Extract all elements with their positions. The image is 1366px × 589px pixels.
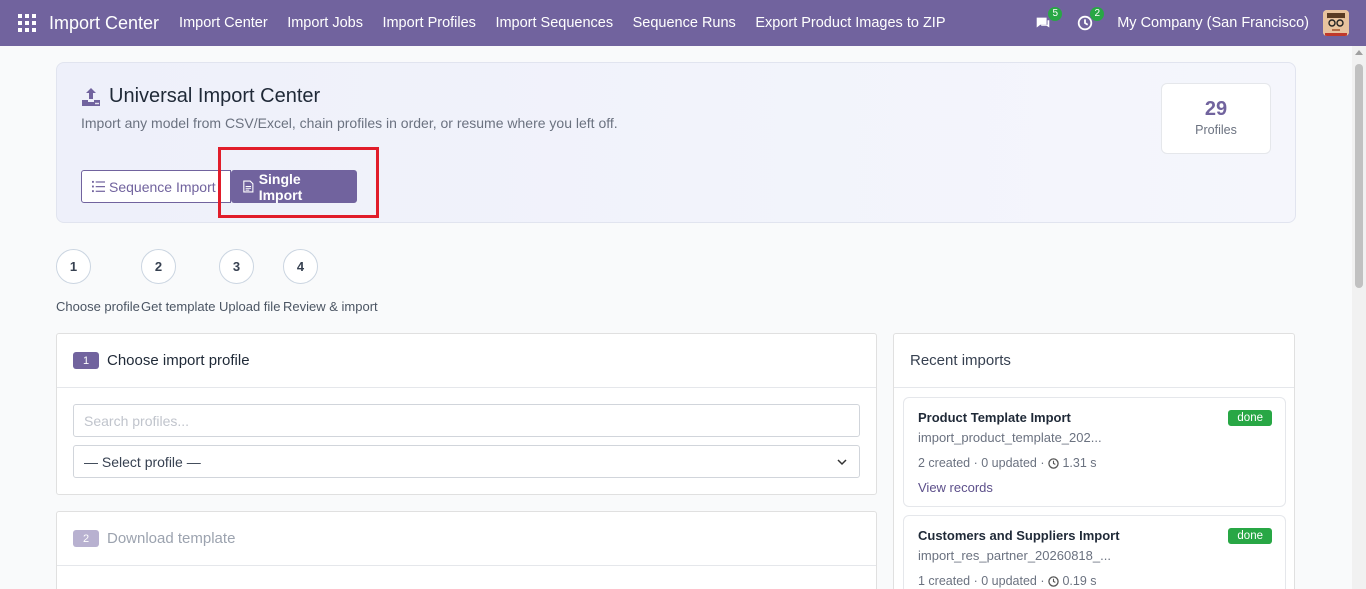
chevron-down-icon	[837, 459, 847, 466]
activities-clock-icon[interactable]: 2	[1075, 7, 1105, 33]
import-file: import_res_partner_20260818_...	[918, 548, 1111, 563]
step-2[interactable]: 2	[141, 249, 176, 284]
import-file: import_product_template_202...	[918, 430, 1102, 445]
step-1[interactable]: 1	[56, 249, 91, 284]
main-menu: Import Center Import Jobs Import Profile…	[179, 15, 965, 31]
list-icon	[92, 180, 105, 193]
status-badge: done	[1228, 528, 1272, 544]
profiles-label: Profiles	[1195, 123, 1237, 137]
top-navbar: Import Center Import Center Import Jobs …	[0, 0, 1366, 46]
import-name: Customers and Suppliers Import	[918, 528, 1120, 543]
menu-import-jobs[interactable]: Import Jobs	[287, 15, 363, 31]
select-profile-value: — Select profile —	[84, 453, 201, 470]
page-subtitle: Import any model from CSV/Excel, chain p…	[81, 115, 618, 131]
activities-count-badge: 2	[1090, 7, 1105, 21]
import-meta: 1 created · 0 updated · 0.19 s	[918, 574, 1097, 588]
clock-icon	[1048, 457, 1060, 469]
company-switcher[interactable]: My Company (San Francisco)	[1117, 15, 1309, 31]
recent-imports-panel: Recent imports Product Template Import i…	[893, 333, 1295, 589]
recent-imports-title: Recent imports	[910, 352, 1011, 369]
step-3-circle: 3	[219, 249, 254, 284]
upload-icon	[82, 87, 100, 106]
profiles-stat-card: 29 Profiles	[1161, 83, 1271, 154]
recent-import-item: Customers and Suppliers Import import_re…	[903, 515, 1286, 589]
panel-step-badge: 2	[73, 530, 99, 547]
panel-title: Choose import profile	[107, 352, 250, 369]
page-title: Universal Import Center	[109, 85, 321, 107]
import-name: Product Template Import	[918, 410, 1071, 425]
menu-export-product-images[interactable]: Export Product Images to ZIP	[755, 15, 945, 31]
recent-import-item: Product Template Import import_product_t…	[903, 397, 1286, 507]
scroll-up-icon[interactable]	[1355, 50, 1363, 55]
menu-import-center[interactable]: Import Center	[179, 15, 268, 31]
navbar-systray: 5 2 My Company (San Francisco)	[1033, 0, 1349, 46]
user-avatar[interactable]	[1323, 10, 1349, 36]
app-brand[interactable]: Import Center	[49, 13, 159, 34]
scroll-thumb[interactable]	[1355, 64, 1363, 288]
select-profile-dropdown[interactable]: — Select profile —	[73, 445, 860, 478]
step-2-circle: 2	[141, 249, 176, 284]
search-profiles-input[interactable]: Search profiles...	[73, 404, 860, 437]
step-1-label: Choose profile	[56, 299, 140, 314]
panel-step-badge: 1	[73, 352, 99, 369]
menu-sequence-runs[interactable]: Sequence Runs	[633, 15, 736, 31]
step-1-circle: 1	[56, 249, 91, 284]
step-4-label: Review & import	[283, 299, 378, 314]
panel-title: Download template	[107, 530, 236, 547]
apps-menu-icon[interactable]	[18, 14, 36, 32]
choose-profile-panel: 1 Choose import profile Search profiles.…	[56, 333, 877, 495]
messages-count-badge: 5	[1048, 7, 1063, 21]
menu-import-sequences[interactable]: Import Sequences	[495, 15, 613, 31]
messages-icon[interactable]: 5	[1033, 7, 1063, 33]
step-4[interactable]: 4	[283, 249, 318, 284]
step-4-circle: 4	[283, 249, 318, 284]
view-records-link[interactable]: View records	[918, 480, 1271, 495]
step-3-label: Upload file	[219, 299, 281, 314]
sequence-import-button[interactable]: Sequence Import	[81, 170, 231, 203]
menu-import-profiles[interactable]: Import Profiles	[382, 15, 475, 31]
clock-icon	[1048, 575, 1060, 587]
step-3[interactable]: 3	[219, 249, 254, 284]
step-2-label: Get template	[141, 299, 216, 314]
import-meta: 2 created · 0 updated · 1.31 s	[918, 456, 1097, 470]
status-badge: done	[1228, 410, 1272, 426]
page-scrollbar[interactable]	[1352, 46, 1366, 589]
download-template-panel: 2 Download template	[56, 511, 877, 589]
highlight-single-import	[218, 147, 379, 218]
profiles-count: 29	[1204, 98, 1228, 120]
